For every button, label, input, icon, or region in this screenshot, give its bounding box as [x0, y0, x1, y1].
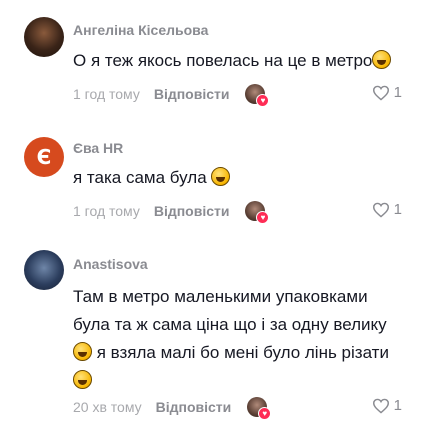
rolling-laughing-emoji-icon: [73, 370, 92, 389]
comment-text-line-emoji: [73, 367, 413, 395]
like-button[interactable]: 1: [372, 397, 402, 414]
like-count: 1: [393, 201, 402, 218]
comment-text-content: я така сама була: [73, 168, 207, 187]
reply-button[interactable]: Відповісти: [154, 203, 230, 219]
laughing-emoji-icon: [211, 167, 231, 186]
comment-text-line-with-emoji: я взяла малі бо мені було лінь різати: [73, 339, 413, 367]
comment-meta: 1 год тому Відповісти ♥: [73, 201, 270, 224]
comment-time: 1 год тому: [73, 86, 140, 102]
avatar-letter: Є: [36, 145, 52, 169]
heart-badge-icon: ♥: [258, 407, 272, 420]
avatar[interactable]: Є: [24, 137, 64, 177]
comment-text-line: Там в метро маленькими упаковками: [73, 287, 368, 306]
heart-outline-icon: [372, 202, 389, 218]
comment-text: Там в метро маленькими упаковками була т…: [73, 283, 413, 395]
creator-liked-avatar-icon: ♥: [247, 397, 272, 420]
avatar[interactable]: [24, 17, 64, 57]
comment-username[interactable]: Ангеліна Кісельова: [73, 22, 208, 38]
like-count: 1: [393, 397, 402, 414]
comment-meta: 1 год тому Відповісти ♥: [73, 84, 270, 107]
avatar[interactable]: [24, 250, 64, 290]
comment-username[interactable]: Єва HR: [73, 140, 123, 156]
heart-outline-icon: [372, 85, 389, 101]
comment-meta: 20 хв тому Відповісти ♥: [73, 397, 272, 420]
comment-time: 20 хв тому: [73, 399, 142, 415]
heart-outline-icon: [372, 398, 389, 414]
comment-text-content: О я теж якось повелась на це в метро: [73, 51, 373, 70]
comment-text: я така сама була: [73, 165, 413, 191]
creator-liked-avatar-icon: ♥: [245, 201, 270, 224]
creator-liked-avatar-icon: ♥: [245, 84, 270, 107]
comment-username[interactable]: Anastisova: [73, 256, 148, 272]
heart-badge-icon: ♥: [256, 211, 270, 224]
grinning-emoji-icon: [73, 342, 92, 361]
reply-button[interactable]: Відповісти: [156, 399, 232, 415]
comment-time: 1 год тому: [73, 203, 140, 219]
comment-text-content: я взяла малі бо мені було лінь різати: [96, 343, 389, 362]
comment-text-line: була та ж сама ціна що і за одну велику: [73, 315, 387, 334]
like-button[interactable]: 1: [372, 201, 402, 218]
grinning-sweat-emoji-icon: [372, 50, 392, 69]
like-count: 1: [393, 84, 402, 101]
reply-button[interactable]: Відповісти: [154, 86, 230, 102]
comment-text: О я теж якось повелась на це в метро: [73, 48, 413, 74]
like-button[interactable]: 1: [372, 84, 402, 101]
heart-badge-icon: ♥: [256, 94, 270, 107]
